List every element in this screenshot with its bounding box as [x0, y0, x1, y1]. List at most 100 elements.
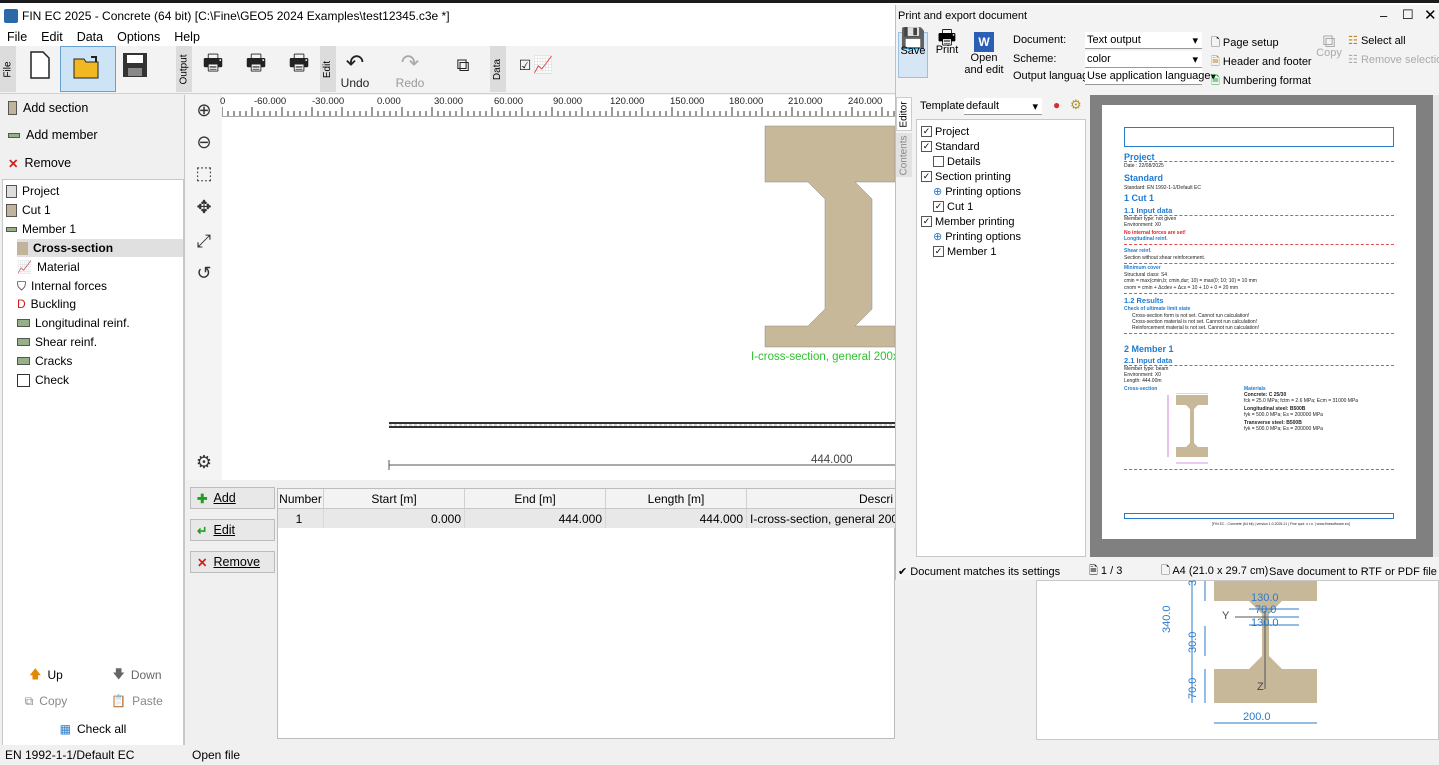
zoom-out-icon[interactable]: ⊖	[193, 131, 215, 153]
col-description[interactable]: Descri	[747, 489, 896, 509]
tab-edit[interactable]: Edit	[320, 46, 336, 92]
tree-item-project[interactable]: Project	[6, 182, 59, 200]
tree-member-printing[interactable]: ✓ Member printing	[921, 214, 1014, 229]
open-file-button[interactable]	[60, 46, 116, 92]
add-member-button[interactable]: Add member	[2, 122, 184, 148]
print-button[interactable]: 🖶	[198, 50, 228, 80]
cross-section-drawing	[388, 125, 895, 470]
record-icon[interactable]: ●	[1053, 98, 1060, 112]
preview-text: Shear reinf.	[1124, 248, 1152, 254]
col-length[interactable]: Length [m]	[606, 489, 747, 509]
cell-length[interactable]: 444.000	[606, 509, 747, 528]
tree-standard[interactable]: ✓ Standard	[921, 139, 980, 154]
status-message: Open file	[192, 748, 241, 762]
tab-editor[interactable]: Editor	[896, 97, 912, 131]
menu-options[interactable]: Options	[110, 30, 167, 44]
copy-button[interactable]: ⧉ Copy	[1314, 32, 1344, 59]
redo-button[interactable]: ↷ Redo	[395, 50, 425, 90]
template-select[interactable]: default ▾	[964, 98, 1042, 115]
tree-section-printing-options[interactable]: ⊕ Printing options	[933, 184, 1021, 199]
document-preview[interactable]: Project Date : 22/08/2025 Standard Stand…	[1090, 95, 1433, 557]
menu-help[interactable]: Help	[167, 30, 207, 44]
cell-start[interactable]: 0.000	[324, 509, 465, 528]
col-end[interactable]: End [m]	[465, 489, 606, 509]
edit-row-button[interactable]: ↵ Edit	[190, 519, 275, 541]
gear-icon[interactable]: ⚙	[1070, 97, 1082, 113]
add-row-button[interactable]: ✚ Add	[190, 487, 275, 509]
members-table: Number Start [m] End [m] Length [m] Desc…	[277, 488, 896, 739]
tree-item-cross-section[interactable]: Cross-section	[17, 239, 183, 257]
checkbox-checked-icon: ✓	[933, 201, 944, 212]
numbering-format-button[interactable]: 🗎 Numbering format	[1211, 72, 1311, 91]
cell-end[interactable]: 444.000	[465, 509, 606, 528]
document-select[interactable]: Text output ▾	[1085, 32, 1202, 49]
fit-view-icon[interactable]: ⤢	[193, 230, 215, 252]
save-file-button[interactable]	[120, 50, 150, 80]
remove-button[interactable]: ✕ Remove	[2, 150, 184, 176]
tree-details[interactable]: Details	[933, 154, 981, 169]
tree-item-shear-reinf[interactable]: Shear reinf.	[17, 333, 97, 351]
zoom-window-icon[interactable]: ⬚	[193, 162, 215, 184]
settings-gear-icon[interactable]: ⚙	[193, 451, 215, 473]
tree-item-internal-forces[interactable]: ⛉ Internal forces	[17, 277, 107, 295]
maximize-icon[interactable]: ☐	[1402, 7, 1414, 23]
move-down-button[interactable]: 🡇 Down	[92, 663, 182, 687]
chart-button[interactable]: 📈	[528, 50, 558, 80]
tab-output[interactable]: Output	[176, 46, 192, 92]
language-select[interactable]: Use application language ▾	[1085, 68, 1216, 85]
tree-item-cracks[interactable]: Cracks	[17, 352, 72, 370]
undo-button[interactable]: ↶ Undo	[340, 50, 370, 90]
tree-member-1[interactable]: ✓ Member 1	[933, 244, 997, 259]
tree-item-material[interactable]: 📈 Material	[17, 258, 80, 276]
paper-size[interactable]: 🗋 A4 (21.0 x 29.7 cm)	[1161, 562, 1268, 581]
tree-item-longitudinal-reinf[interactable]: Longitudinal reinf.	[17, 314, 130, 332]
check-all-button[interactable]: ▦ Check all	[2, 717, 184, 741]
pan-icon[interactable]: ✥	[193, 196, 215, 218]
col-number[interactable]: Number	[278, 489, 324, 509]
remove-row-button[interactable]: ✕ Remove	[190, 551, 275, 573]
header-footer-button[interactable]: 🗎 Header and footer	[1211, 53, 1312, 72]
cell-number[interactable]: 1	[278, 509, 324, 528]
page-setup-button[interactable]: 🗋 Page setup	[1211, 34, 1279, 53]
tree-project[interactable]: ✓ Project	[921, 124, 969, 139]
tree-member-printing-options[interactable]: ⊕ Printing options	[933, 229, 1021, 244]
zoom-in-icon[interactable]: ⊕	[193, 99, 215, 121]
save-button[interactable]: 💾 Save	[898, 29, 928, 78]
print-preview-button[interactable]: 🖶	[241, 50, 271, 80]
menu-data[interactable]: Data	[70, 30, 110, 44]
minimize-icon[interactable]: –	[1380, 8, 1387, 23]
zoom-previous-icon[interactable]: ↺	[193, 262, 215, 284]
print-button[interactable]: 🖶 Print	[932, 28, 962, 56]
dim-label: 70.0	[1255, 604, 1277, 616]
tab-file[interactable]: File	[0, 46, 16, 92]
tree-item-buckling[interactable]: D Buckling	[17, 295, 76, 313]
menu-edit[interactable]: Edit	[34, 30, 70, 44]
move-up-button[interactable]: 🡅 Up	[2, 663, 90, 687]
tree-cut-1[interactable]: ✓ Cut 1	[933, 199, 973, 214]
new-file-button[interactable]	[25, 50, 55, 80]
scheme-select[interactable]: color ▾	[1085, 51, 1202, 68]
preview-text: Reinforcement material is not set. Canno…	[1132, 325, 1260, 331]
copy-data-button[interactable]: ⧉	[448, 50, 478, 80]
preview-scrollbar[interactable]	[1433, 95, 1439, 557]
tree-item-check[interactable]: Check	[17, 371, 69, 389]
tab-contents[interactable]: Contents	[896, 133, 912, 177]
drawing-canvas[interactable]: ⊕ ⊖ ⬚ ✥ ⤢ ↺ ⚙ 0 -60.000 -30.000 0.000 30…	[186, 95, 899, 480]
paste-button[interactable]: 📋 Paste	[92, 689, 182, 713]
select-all-button[interactable]: ☷ Select all	[1348, 34, 1406, 47]
numbering-icon: 🗎	[1211, 75, 1220, 87]
menu-file[interactable]: File	[0, 30, 34, 44]
close-icon[interactable]: ✕	[1424, 6, 1437, 24]
cell-description[interactable]: I-cross-section, general 200x3	[747, 509, 896, 528]
tab-data[interactable]: Data	[490, 46, 506, 92]
tree-section-printing[interactable]: ✓ Section printing	[921, 169, 1011, 184]
col-start[interactable]: Start [m]	[324, 489, 465, 509]
tree-item-member[interactable]: Member 1	[6, 220, 76, 238]
remove-selection-button[interactable]: ☷ Remove selection	[1348, 53, 1439, 66]
page-icon: 🗎	[1089, 565, 1098, 577]
print-export-button[interactable]: 🖶	[284, 50, 314, 80]
copy-button[interactable]: ⧉ Copy	[2, 689, 90, 713]
add-section-button[interactable]: Add section	[2, 95, 184, 121]
open-and-edit-button[interactable]: W Open and edit	[964, 32, 1004, 76]
tree-item-cut[interactable]: Cut 1	[6, 201, 51, 219]
